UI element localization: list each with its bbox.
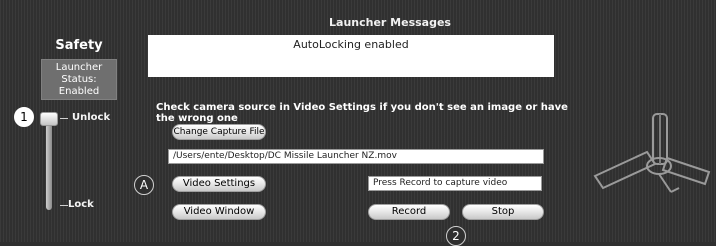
- video-window-button[interactable]: Video Window: [172, 204, 266, 220]
- messages-title: Launcher Messages: [329, 16, 451, 29]
- safety-slider-track[interactable]: [46, 124, 52, 210]
- record-button[interactable]: Record: [368, 204, 450, 220]
- launcher-status-box: Launcher Status: Enabled: [41, 59, 117, 100]
- unlock-tick: [60, 118, 68, 119]
- callout-1-badge: 1: [14, 107, 34, 127]
- status-line-1: Launcher: [55, 62, 103, 73]
- safety-title: Safety: [55, 38, 103, 53]
- stop-button[interactable]: Stop: [462, 204, 544, 220]
- lock-tick: [60, 205, 68, 206]
- video-settings-button[interactable]: Video Settings: [172, 176, 266, 192]
- status-line-3: Enabled: [58, 86, 100, 97]
- safety-slider-thumb[interactable]: [40, 112, 58, 126]
- unlock-label: Unlock: [72, 112, 111, 123]
- callout-2-badge: 2: [446, 226, 466, 246]
- status-line-2: Status:: [61, 74, 97, 85]
- status-field: Press Record to capture video: [368, 176, 542, 191]
- camera-hint: Check camera source in Video Settings if…: [156, 102, 568, 124]
- change-capture-file-button[interactable]: Change Capture File: [172, 124, 266, 140]
- missile-launcher-icon: [593, 113, 711, 193]
- messages-box: AutoLocking enabled: [148, 35, 554, 77]
- callout-a-badge: A: [134, 175, 154, 195]
- capture-path-field[interactable]: /Users/ente/Desktop/DC Missile Launcher …: [168, 149, 544, 164]
- lock-label: Lock: [68, 199, 94, 210]
